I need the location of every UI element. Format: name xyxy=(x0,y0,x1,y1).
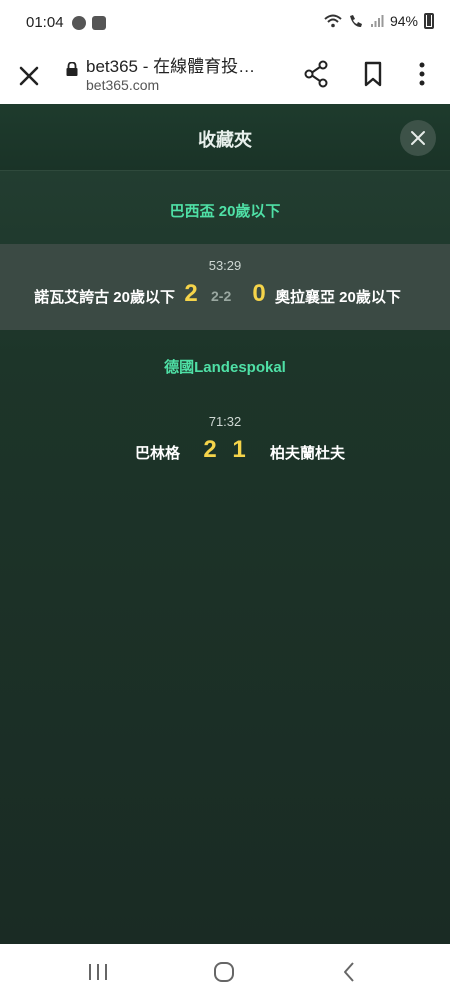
recent-apps-icon[interactable] xyxy=(84,958,112,986)
page-title[interactable]: bet365 - 在線體育投… xyxy=(86,52,255,77)
notification-icons xyxy=(72,16,106,30)
wifi-icon xyxy=(324,14,342,28)
share-icon[interactable] xyxy=(302,58,330,90)
aggregate-score: 2-2 xyxy=(211,288,232,304)
close-icon xyxy=(411,131,425,145)
favourites-panel: 收藏夾 巴西盃 20歲以下 53:29 諾瓦艾誇古 20歲以下 2 2-2 0 … xyxy=(0,104,450,944)
app-notification-icon xyxy=(92,16,106,30)
chrome-notification-icon xyxy=(72,16,86,30)
status-time: 01:04 xyxy=(26,14,64,31)
battery-icon xyxy=(424,13,434,29)
panel-close-button[interactable] xyxy=(400,120,436,156)
home-score: 2 xyxy=(184,280,198,307)
away-team: 柏夫蘭杜夫 xyxy=(270,445,346,462)
match-row[interactable]: 53:29 諾瓦艾誇古 20歲以下 2 2-2 0 奧拉襄亞 20歲以下 xyxy=(0,244,450,330)
status-right: 94% xyxy=(324,13,434,29)
home-team: 巴林格 xyxy=(134,445,180,462)
call-icon xyxy=(349,15,362,27)
more-menu-icon[interactable] xyxy=(412,58,432,90)
back-icon[interactable] xyxy=(336,958,364,986)
home-team: 諾瓦艾誇古 20歲以下 xyxy=(34,289,175,306)
browser-bar: bet365 - 在線體育投… bet365.com xyxy=(0,48,450,105)
match-line: 諾瓦艾誇古 20歲以下 2 2-2 0 奧拉襄亞 20歲以下 xyxy=(0,280,450,310)
league-name[interactable]: 德國Landespokal xyxy=(0,356,450,377)
status-bar: 01:04 94% xyxy=(0,0,450,48)
match-line: 巴林格 2 1 柏夫蘭杜夫 xyxy=(0,436,450,466)
panel-title: 收藏夾 xyxy=(198,130,252,150)
lock-icon xyxy=(66,62,78,76)
signal-icon xyxy=(370,15,384,27)
page-url[interactable]: bet365.com xyxy=(86,77,159,93)
system-nav-bar xyxy=(0,944,450,1000)
home-score: 2 xyxy=(203,436,217,463)
match-row[interactable]: 71:32 巴林格 2 1 柏夫蘭杜夫 xyxy=(0,400,450,486)
home-icon[interactable] xyxy=(210,958,238,986)
close-tab-icon[interactable] xyxy=(14,61,44,91)
panel-header: 收藏夾 xyxy=(0,104,450,171)
away-score: 1 xyxy=(232,436,246,463)
bookmark-icon[interactable] xyxy=(360,58,386,90)
league-name[interactable]: 巴西盃 20歲以下 xyxy=(0,200,450,221)
away-team: 奧拉襄亞 20歲以下 xyxy=(275,289,401,306)
battery-level: 94% xyxy=(389,13,418,29)
match-clock: 53:29 xyxy=(208,258,242,273)
away-score: 0 xyxy=(252,280,266,307)
match-clock: 71:32 xyxy=(208,414,242,429)
